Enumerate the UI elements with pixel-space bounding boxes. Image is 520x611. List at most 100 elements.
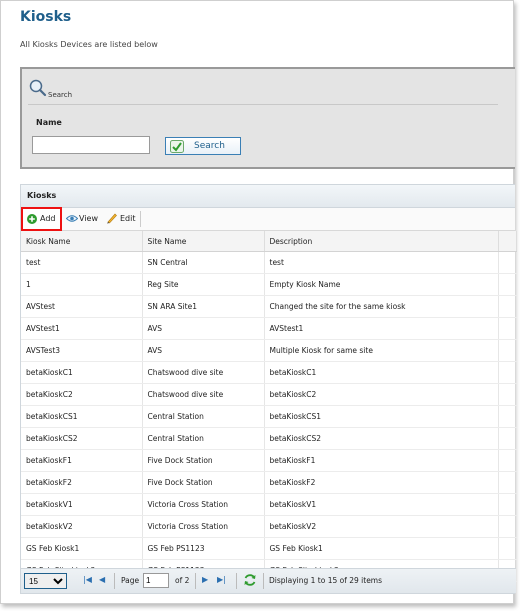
- table-row[interactable]: 1 Reg Site Empty Kiosk Name: [21, 273, 517, 296]
- page-frame: Kiosks All Kiosks Devices are listed bel…: [0, 0, 517, 604]
- cell-description: betaKioskCS2: [264, 427, 499, 450]
- name-label: Name: [36, 118, 62, 127]
- cell-site-name: AVS: [142, 339, 265, 362]
- cell-description: betaKioskF1: [264, 449, 499, 472]
- column-header-description[interactable]: Description: [264, 231, 499, 252]
- cell-description: betaKioskCS1: [264, 405, 499, 428]
- cell-kiosk-name: betaKioskF1: [21, 449, 143, 472]
- cell-kiosk-name: betaKioskV2: [21, 515, 143, 538]
- kiosks-grid: Kiosks Add View Edit Kiosk Name Site Nam…: [20, 184, 517, 594]
- table-row[interactable]: AVStest1 AVS AVStest1: [21, 317, 517, 340]
- cell-kiosk-name: GS Feb Kiosk1: [21, 537, 143, 560]
- cell-site-name: Central Station: [142, 405, 265, 428]
- kiosks-table: Kiosk Name Site Name Description test SN …: [21, 231, 517, 582]
- table-row[interactable]: betaKioskV2 Victoria Cross Station betaKio…: [21, 515, 517, 538]
- pager-divider: [236, 573, 237, 589]
- cell-site-name: AVS: [142, 317, 265, 340]
- toolbar-divider: [140, 211, 141, 227]
- view-button[interactable]: View: [66, 208, 102, 230]
- cell-kiosk-name: betaKioskF2: [21, 471, 143, 494]
- search-panel-label: Search: [48, 91, 73, 99]
- table-row[interactable]: betaKioskV1 Victoria Cross Station betaKio…: [21, 493, 517, 516]
- table-header-row: Kiosk Name Site Name Description: [21, 231, 517, 252]
- prev-page-icon[interactable]: ◀: [99, 575, 105, 584]
- row-spacer-cell: [498, 273, 517, 296]
- search-panel: Search Name Search: [20, 67, 515, 169]
- page-label: Page: [121, 576, 140, 585]
- row-spacer-cell: [498, 383, 517, 406]
- cell-description: betaKioskC1: [264, 361, 499, 384]
- table-row[interactable]: betaKioskCS2 Central Station betaKioskCS2: [21, 427, 517, 450]
- cell-description: betaKioskV2: [264, 515, 499, 538]
- cell-kiosk-name: AVStest: [21, 295, 143, 318]
- table-row[interactable]: GS Feb Kiosk1 GS Feb PS1123 GS Feb Kiosk1: [21, 537, 517, 560]
- row-spacer-cell: [498, 515, 517, 538]
- cell-kiosk-name: test: [21, 251, 143, 274]
- cell-description: Changed the site for the same kiosk: [264, 295, 499, 318]
- table-row[interactable]: betaKioskF1 Five Dock Station betaKioskF1: [21, 449, 517, 472]
- page-count-label: of 2: [175, 576, 190, 585]
- page-title: Kiosks: [20, 9, 72, 25]
- row-spacer-cell: [498, 317, 517, 340]
- table-row[interactable]: betaKioskF2 Five Dock Station betaKioskF2: [21, 471, 517, 494]
- grid-toolbar: Add View Edit: [21, 207, 515, 231]
- cell-site-name: SN Central: [142, 251, 265, 274]
- column-header-spacer: [498, 231, 517, 252]
- refresh-icon[interactable]: [243, 573, 257, 587]
- table-row[interactable]: test SN Central test: [21, 251, 517, 274]
- cell-description: GS Feb Kiosk1: [264, 537, 499, 560]
- cell-site-name: Five Dock Station: [142, 471, 265, 494]
- cell-site-name: Victoria Cross Station: [142, 493, 265, 516]
- cell-kiosk-name: betaKioskC2: [21, 383, 143, 406]
- eye-icon: [66, 215, 78, 222]
- row-spacer-cell: [498, 427, 517, 450]
- table-row[interactable]: AVSTest3 AVS Multiple Kiosk for same site: [21, 339, 517, 362]
- pencil-icon: [107, 213, 117, 224]
- row-spacer-cell: [498, 295, 517, 318]
- next-page-icon[interactable]: ▶: [202, 575, 208, 584]
- table-row[interactable]: betaKioskCS1 Central Station betaKioskCS1: [21, 405, 517, 428]
- row-spacer-cell: [498, 537, 517, 560]
- search-button[interactable]: Search: [165, 137, 241, 155]
- name-input[interactable]: [32, 136, 150, 154]
- row-spacer-cell: [498, 449, 517, 472]
- column-header-site-name[interactable]: Site Name: [142, 231, 265, 252]
- cell-site-name: Victoria Cross Station: [142, 515, 265, 538]
- page-size-select[interactable]: 15: [24, 573, 67, 589]
- cell-kiosk-name: betaKioskV1: [21, 493, 143, 516]
- cell-kiosk-name: betaKioskC1: [21, 361, 143, 384]
- cell-description: Multiple Kiosk for same site: [264, 339, 499, 362]
- magnifier-icon: [29, 79, 47, 97]
- view-button-label: View: [79, 214, 98, 223]
- cell-description: Empty Kiosk Name: [264, 273, 499, 296]
- first-page-icon[interactable]: |◀: [83, 575, 92, 584]
- edit-button-label: Edit: [120, 214, 136, 223]
- last-page-icon[interactable]: ▶|: [217, 575, 226, 584]
- add-button[interactable]: Add: [21, 207, 62, 231]
- table-row[interactable]: betaKioskC2 Chatswood dive site betaKioskC…: [21, 383, 517, 406]
- row-spacer-cell: [498, 361, 517, 384]
- cell-kiosk-name: 1: [21, 273, 143, 296]
- row-spacer-cell: [498, 251, 517, 274]
- checkmark-icon: [170, 140, 184, 153]
- cell-description: AVStest1: [264, 317, 499, 340]
- cell-site-name: GS Feb PS1123: [142, 537, 265, 560]
- cell-description: test: [264, 251, 499, 274]
- page-subtitle: All Kiosks Devices are listed below: [20, 40, 158, 49]
- cell-description: betaKioskF2: [264, 471, 499, 494]
- page-number-input[interactable]: [143, 573, 169, 588]
- pager-divider: [195, 573, 196, 589]
- table-row[interactable]: betaKioskC1 Chatswood dive site betaKioskC…: [21, 361, 517, 384]
- cell-site-name: Chatswood dive site: [142, 361, 265, 384]
- grid-title: Kiosks: [21, 185, 515, 208]
- pager-divider: [114, 573, 115, 589]
- cell-kiosk-name: betaKioskCS1: [21, 405, 143, 428]
- search-button-label: Search: [194, 141, 225, 151]
- edit-button[interactable]: Edit: [106, 208, 138, 230]
- table-row[interactable]: AVStest SN ARA Site1 Changed the site for …: [21, 295, 517, 318]
- cell-site-name: Five Dock Station: [142, 449, 265, 472]
- cell-kiosk-name: AVStest1: [21, 317, 143, 340]
- pager-divider: [263, 573, 264, 589]
- row-spacer-cell: [498, 339, 517, 362]
- column-header-kiosk-name[interactable]: Kiosk Name: [21, 231, 143, 252]
